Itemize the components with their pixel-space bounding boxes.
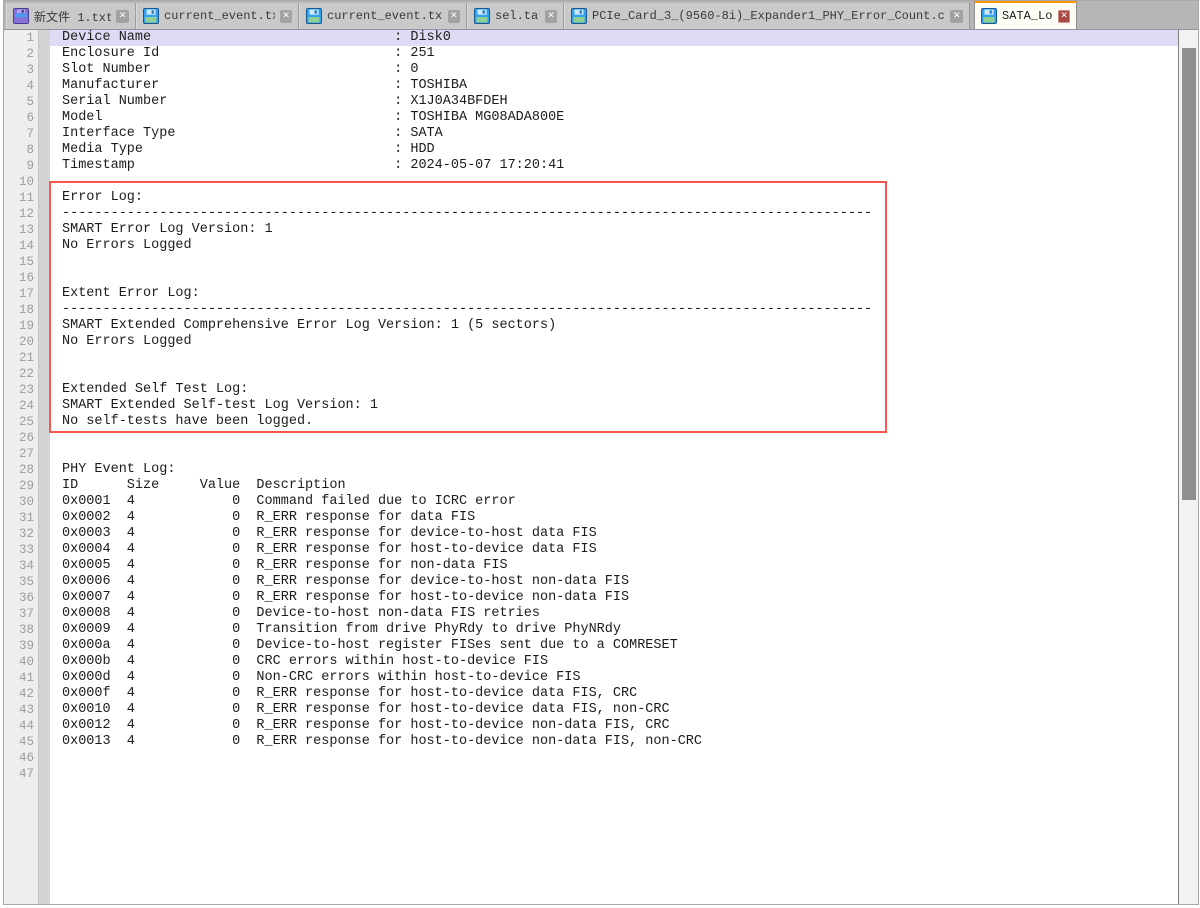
tab-close-icon[interactable]: ✕ [950, 10, 963, 23]
tab-label: current_event.txt [327, 9, 443, 23]
floppy-icon [571, 8, 587, 24]
tab-0[interactable]: 新文件 1.txt ✕ [6, 3, 136, 29]
tab-1[interactable]: current_event.txt ✕ [136, 3, 299, 29]
tab-label: current_event.txt [164, 9, 275, 23]
tab-5[interactable]: SATA_Log ✕ [974, 0, 1077, 29]
tab-2[interactable]: current_event.txt ✕ [299, 3, 467, 29]
tab-label: 新文件 1.txt [34, 8, 111, 25]
tab-label: SATA_Log [1002, 9, 1053, 23]
tab-label: PCIe_Card_3_(9560-8i)_Expander1_PHY_Erro… [592, 9, 945, 23]
editor-text[interactable]: Device Name : Disk0 Enclosure Id : 251 S… [62, 30, 872, 766]
tab-close-icon[interactable]: ✕ [116, 10, 129, 23]
tab-bar: 新文件 1.txt✕current_event.txt✕current_even… [4, 1, 1198, 30]
tab-close-icon[interactable]: ✕ [280, 10, 292, 23]
floppy-icon [143, 8, 159, 24]
tab-close-icon[interactable]: ✕ [1058, 10, 1070, 23]
tab-close-icon[interactable]: ✕ [545, 10, 557, 23]
tab-close-icon[interactable]: ✕ [448, 10, 460, 23]
editor-window: 新文件 1.txt✕current_event.txt✕current_even… [3, 0, 1199, 905]
vertical-scrollbar-thumb[interactable] [1182, 48, 1196, 500]
floppy-icon [13, 8, 29, 24]
floppy-icon [981, 8, 997, 24]
floppy-icon [474, 8, 490, 24]
vertical-scrollbar[interactable] [1178, 30, 1198, 905]
editor-area: 1 2 3 4 5 6 7 8 9 10 11 12 13 14 15 16 1… [4, 30, 1198, 905]
tab-4[interactable]: PCIe_Card_3_(9560-8i)_Expander1_PHY_Erro… [564, 3, 970, 29]
tab-3[interactable]: sel.tar ✕ [467, 3, 564, 29]
fold-margin [38, 30, 50, 905]
floppy-icon [306, 8, 322, 24]
line-numbers: 1 2 3 4 5 6 7 8 9 10 11 12 13 14 15 16 1… [4, 30, 34, 782]
tab-label: sel.tar [495, 9, 540, 23]
